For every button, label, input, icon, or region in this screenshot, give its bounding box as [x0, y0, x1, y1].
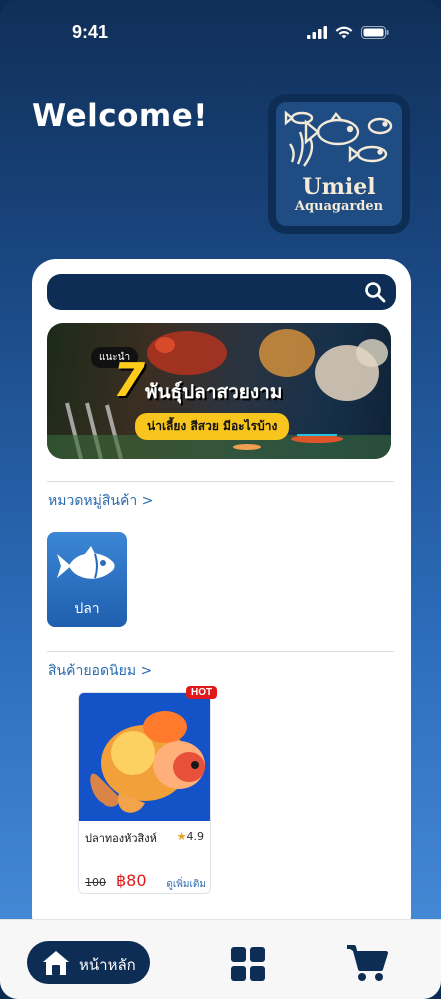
nav-home-button[interactable]: หน้าหลัก	[27, 941, 150, 984]
divider	[47, 651, 394, 652]
goldfish-image	[79, 693, 210, 821]
product-price: ฿80	[116, 871, 147, 890]
fish-icon	[57, 546, 115, 579]
divider	[47, 481, 394, 482]
product-rating: ★4.9	[177, 830, 204, 843]
promo-banner[interactable]: แนะนำ 7 พันธุ์ปลาสวยงาม น่าเลี้ยง สีสวย …	[47, 323, 391, 459]
fish-logo-icon	[284, 110, 393, 167]
hot-badge: HOT	[186, 686, 218, 699]
product-more-link[interactable]: ดูเพิ่มเติม	[166, 877, 206, 892]
logo-subtitle: Aquagarden	[294, 199, 384, 214]
status-icons	[307, 26, 389, 39]
main-card: แนะนำ 7 พันธุ์ปลาสวยงาม น่าเลี้ยง สีสวย …	[32, 259, 411, 939]
categories-title[interactable]: หมวดหมู่สินค้า >	[48, 490, 153, 512]
wifi-icon	[335, 26, 353, 39]
battery-icon	[361, 26, 389, 39]
popular-title[interactable]: สินค้ายอดนิยม >	[48, 660, 152, 682]
rating-value: 4.9	[186, 830, 205, 843]
banner-number: 7	[113, 353, 146, 407]
search-icon[interactable]	[364, 281, 386, 303]
product-old-price: 100	[85, 876, 106, 889]
product-image	[79, 693, 210, 821]
nav-home-label: หน้าหลัก	[79, 956, 136, 974]
category-label: ปลา	[74, 601, 100, 617]
category-fish[interactable]: ปลา	[47, 532, 127, 627]
banner-subtitle: น่าเลี้ยง สีสวย มีอะไรบ้าง	[135, 413, 290, 440]
product-name: ปลาทองหัวสิงห์	[85, 832, 157, 845]
status-time: 9:41	[72, 22, 109, 42]
banner-title: พันธุ์ปลาสวยงาม	[145, 381, 283, 403]
logo-inner: Umiel Aquagarden	[276, 102, 402, 226]
home-icon	[43, 951, 69, 975]
bottom-nav: หน้าหลัก	[0, 919, 441, 999]
star-icon: ★	[176, 830, 187, 843]
status-bar: 9:41	[0, 0, 441, 60]
search-input[interactable]	[61, 274, 351, 310]
signal-icon	[307, 26, 327, 39]
brand-logo: Umiel Aquagarden	[268, 94, 410, 234]
categories-grid-icon[interactable]	[231, 947, 265, 981]
cart-icon[interactable]	[345, 943, 389, 983]
app-screen: 9:41 Welcome! Umiel Aquagarden แนะนำ 7 พ…	[0, 0, 441, 999]
logo-name: Umiel	[302, 174, 376, 200]
welcome-title: Welcome!	[32, 98, 208, 134]
product-card[interactable]: ปลาทองหัวสิงห์ ★4.9 100 ฿80 ดูเพิ่มเติม	[78, 692, 211, 894]
search-bar[interactable]	[47, 274, 396, 310]
